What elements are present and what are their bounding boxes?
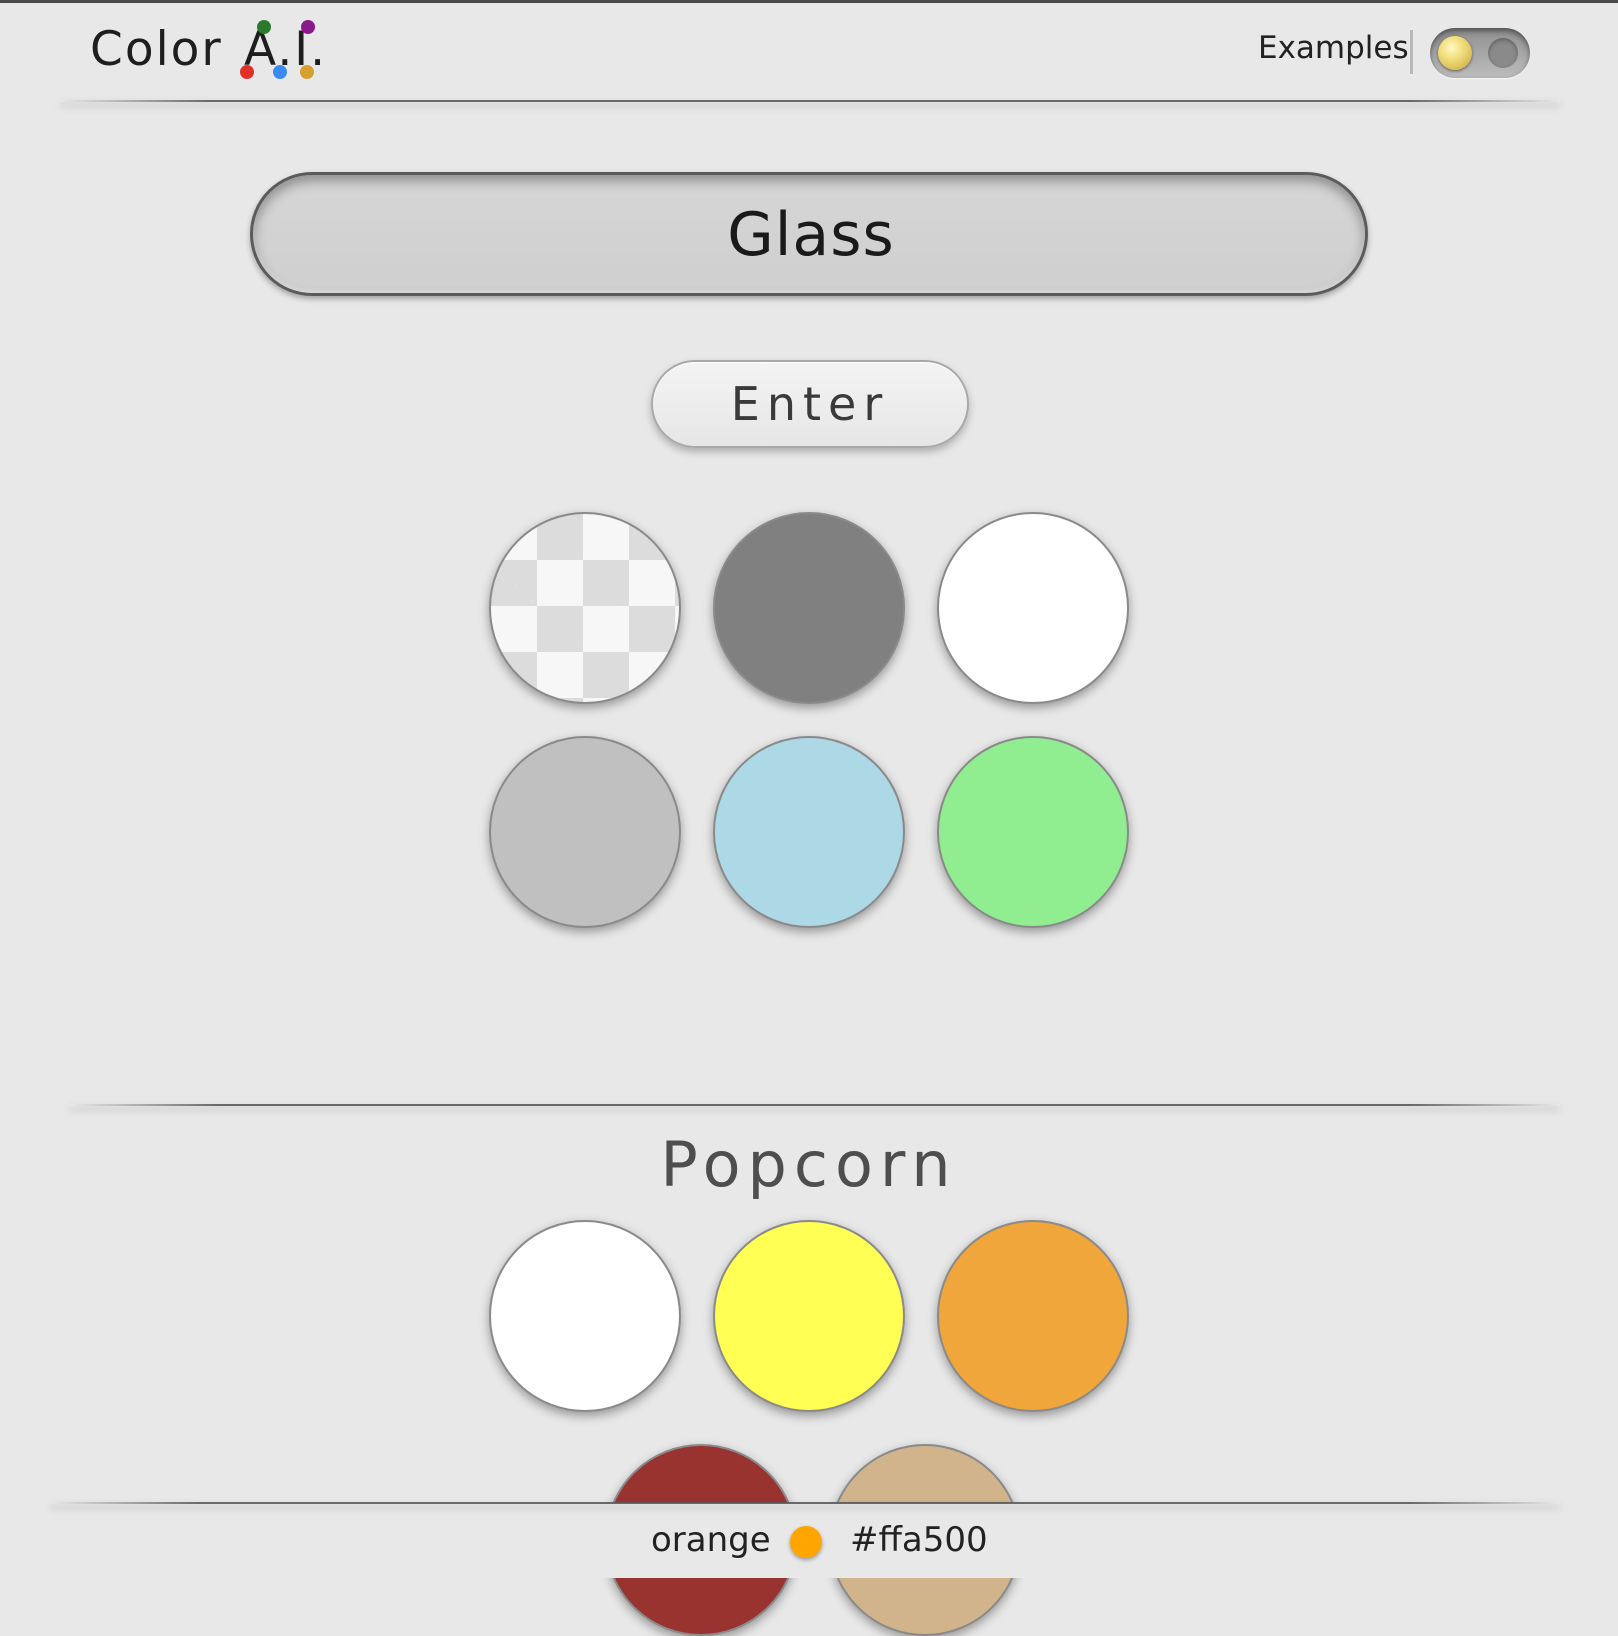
- selected-color-name: orange: [651, 1520, 771, 1560]
- top-border: [0, 0, 1618, 3]
- selected-color-dot: [790, 1526, 822, 1558]
- result-swatch-6[interactable]: [937, 736, 1129, 928]
- enter-button[interactable]: Enter: [651, 360, 969, 448]
- toggle-knob: [1438, 36, 1472, 70]
- logo-dot-green: [257, 20, 271, 34]
- result-swatch-5[interactable]: [713, 736, 905, 928]
- header-divider: [1410, 30, 1413, 74]
- example-title: Popcorn: [660, 1128, 958, 1201]
- result-swatch-4[interactable]: [489, 736, 681, 928]
- logo-dot-gold: [300, 65, 314, 79]
- example-swatch-3[interactable]: [937, 1220, 1129, 1412]
- examples-toggle[interactable]: [1430, 28, 1530, 78]
- section-divider-line: [70, 1104, 1560, 1106]
- toggle-track-indicator: [1488, 38, 1518, 68]
- logo-word: Color: [90, 22, 223, 77]
- search-input[interactable]: [253, 175, 1369, 295]
- examples-label: Examples: [1258, 30, 1409, 66]
- example-swatch-2[interactable]: [713, 1220, 905, 1412]
- example-swatch-1[interactable]: [489, 1220, 681, 1412]
- search-field[interactable]: [250, 172, 1369, 296]
- selected-color-hex: #ffa500: [850, 1520, 988, 1560]
- logo-dot-red: [240, 65, 254, 79]
- result-swatch-1[interactable]: [489, 512, 681, 704]
- result-swatch-2[interactable]: [713, 512, 905, 704]
- logo-dot-blue: [273, 65, 287, 79]
- result-swatch-3[interactable]: [937, 512, 1129, 704]
- footer-divider-line: [50, 1502, 1560, 1504]
- header-divider-line: [60, 100, 1560, 102]
- logo-dot-purple: [301, 20, 315, 34]
